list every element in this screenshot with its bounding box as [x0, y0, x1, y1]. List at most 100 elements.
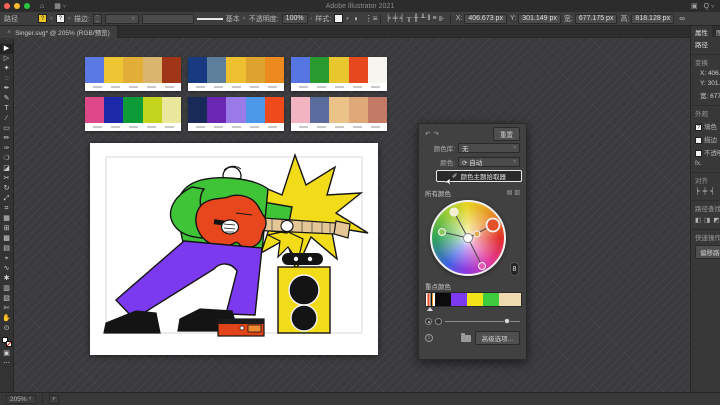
wheel-handle[interactable] — [450, 208, 458, 216]
prominent-color-segment[interactable] — [451, 293, 467, 306]
home-icon[interactable]: ⌂ — [40, 3, 44, 10]
palette-swatch[interactable] — [265, 57, 284, 83]
align-icon[interactable]: ╡ — [710, 188, 715, 195]
palette-card[interactable] — [85, 57, 181, 91]
tab-properties[interactable]: 属性 — [691, 26, 712, 37]
align-icon[interactable]: ╨ — [421, 15, 426, 23]
line-segment-tool[interactable]: ∕ — [0, 114, 14, 124]
close-document-icon[interactable]: × — [7, 29, 11, 36]
palette-swatch[interactable] — [188, 57, 207, 83]
transform-field-value[interactable]: 301.149 px — [518, 14, 561, 24]
style-chevron-icon[interactable]: ▾ — [346, 16, 349, 22]
align-icon[interactable]: ╫ — [414, 15, 419, 23]
appearance-fill-swatch[interactable]: ? — [695, 124, 702, 131]
transform-field-value[interactable]: 677.175 px — [575, 14, 618, 24]
drawing-mode-icon[interactable]: ▣ — [0, 349, 14, 359]
type-tool[interactable]: T — [0, 104, 14, 114]
variable-width-profile-field[interactable] — [142, 14, 194, 24]
perspective-grid-tool[interactable]: ⊞ — [0, 224, 14, 234]
palette-swatch[interactable] — [85, 97, 104, 123]
link-harmony-colors-toggle[interactable]: 8 — [510, 262, 519, 276]
align-icon[interactable]: ╞ — [386, 15, 391, 23]
scissors-tool[interactable]: ✂ — [0, 174, 14, 184]
shape-builder-tool[interactable]: ▦ — [0, 214, 14, 224]
stroke-chevron-icon[interactable]: ˅ — [68, 16, 71, 22]
randomly-change-color-order-button[interactable] — [425, 318, 432, 325]
tab-layers[interactable]: 图层 — [712, 26, 720, 37]
align-icon[interactable]: ╡ — [400, 15, 405, 23]
wheel-handle[interactable] — [474, 231, 480, 237]
fill-color-swatch[interactable]: ? — [38, 14, 47, 23]
quick-action-button[interactable]: 偏移路径 — [695, 245, 720, 259]
palette-swatch[interactable] — [162, 57, 181, 83]
canvas-pasteboard[interactable]: ↶ ↷ 重置 颜色库: 无˅ 颜色: ⟳ 自动˅ ✐ 颜色主题拾取器 ➤ 所有颜… — [14, 38, 690, 392]
palette-swatch[interactable] — [123, 57, 142, 83]
align-icon[interactable]: ╪ — [393, 15, 398, 23]
palette-swatch[interactable] — [291, 97, 310, 123]
prominent-color-segment[interactable] — [467, 293, 483, 306]
palette-swatch[interactable] — [104, 57, 123, 83]
zoom-tool[interactable]: ⊙ — [0, 324, 14, 334]
mesh-tool[interactable]: ▩ — [0, 234, 14, 244]
palette-swatch[interactable] — [329, 97, 348, 123]
wheel-view-icon[interactable]: ▤ — [507, 189, 513, 196]
blend-tool[interactable]: ∿ — [0, 264, 14, 274]
palette-swatch[interactable] — [85, 57, 104, 83]
align-icon[interactable]: ≡ — [432, 15, 436, 23]
color-theme-picker-button[interactable]: ✐ 颜色主题拾取器 ➤ — [436, 170, 522, 182]
prominent-color-segment[interactable] — [435, 293, 451, 306]
minimize-window-button[interactable] — [14, 3, 20, 9]
document-tab[interactable]: × Singer.svg* @ 205% (RGB/预览) — [0, 26, 118, 38]
palette-card[interactable] — [291, 97, 387, 131]
magic-wand-tool[interactable]: ✦ — [0, 64, 14, 74]
direct-selection-tool[interactable]: ▷ — [0, 54, 14, 64]
wheel-handle[interactable] — [439, 229, 446, 236]
transform-width-value[interactable]: 宽: 677.17 — [691, 88, 720, 101]
prominent-color-segment[interactable] — [426, 293, 435, 306]
symbol-sprayer-tool[interactable]: ✱ — [0, 274, 14, 284]
advanced-options-button[interactable]: 高级选项... — [475, 331, 520, 345]
brush-definition-value[interactable]: 基本 — [226, 14, 240, 24]
arrange-documents-icon[interactable]: ▣ — [691, 2, 698, 10]
redo-icon[interactable]: ↷ — [433, 130, 438, 138]
constrain-proportions-icon[interactable]: ∞ — [677, 14, 687, 23]
artboard[interactable] — [90, 143, 378, 355]
palette-swatch[interactable] — [349, 97, 368, 123]
preferences-list-icon[interactable]: ⋮≡ — [365, 14, 375, 23]
paintbrush-tool[interactable]: ✑ — [0, 144, 14, 154]
palette-swatch[interactable] — [207, 97, 226, 123]
align-icon[interactable]: ╥ — [407, 15, 412, 23]
fill-chevron-icon[interactable]: ˅ — [50, 16, 53, 22]
palette-swatch[interactable] — [310, 57, 329, 83]
palette-swatch[interactable] — [143, 97, 162, 123]
palette-swatch[interactable] — [246, 97, 265, 123]
hand-tool[interactable]: ✋ — [0, 314, 14, 324]
close-window-button[interactable] — [4, 3, 10, 9]
pen-tool[interactable]: ✒ — [0, 84, 14, 94]
stroke-weight-select[interactable]: ˅ — [105, 14, 139, 24]
opacity-expand-icon[interactable]: › — [311, 16, 313, 22]
palette-swatch[interactable] — [368, 57, 387, 83]
search-icon[interactable]: Q ˅ — [704, 3, 714, 10]
column-graph-tool[interactable]: ▥ — [0, 284, 14, 294]
lasso-tool[interactable]: ◌ — [0, 74, 14, 84]
stroke-weight-stepper[interactable]: ⌃⌄ — [93, 14, 102, 24]
prominent-color-segment[interactable] — [483, 293, 499, 306]
zoom-level-select[interactable]: 205%˅ — [6, 395, 36, 404]
transform-x-value[interactable]: X: 406.673 — [691, 68, 720, 78]
pants[interactable] — [116, 241, 262, 319]
palette-swatch[interactable] — [246, 57, 265, 83]
palette-swatch[interactable] — [291, 57, 310, 83]
prominent-marker[interactable] — [427, 307, 433, 311]
palette-card[interactable] — [188, 57, 284, 91]
pathfinder-icon[interactable]: ◨ — [704, 216, 710, 224]
palette-swatch[interactable] — [123, 97, 142, 123]
document-setup-icon[interactable]: ◐ — [352, 14, 362, 23]
align-icon[interactable]: ⫴ — [428, 15, 431, 23]
slice-tool[interactable]: ✄ — [0, 304, 14, 314]
artboard-tool[interactable]: ▧ — [0, 294, 14, 304]
palette-swatch[interactable] — [162, 97, 181, 123]
palette-swatch[interactable] — [104, 97, 123, 123]
info-icon[interactable]: i — [425, 334, 433, 342]
color-wheel[interactable] — [430, 200, 506, 276]
